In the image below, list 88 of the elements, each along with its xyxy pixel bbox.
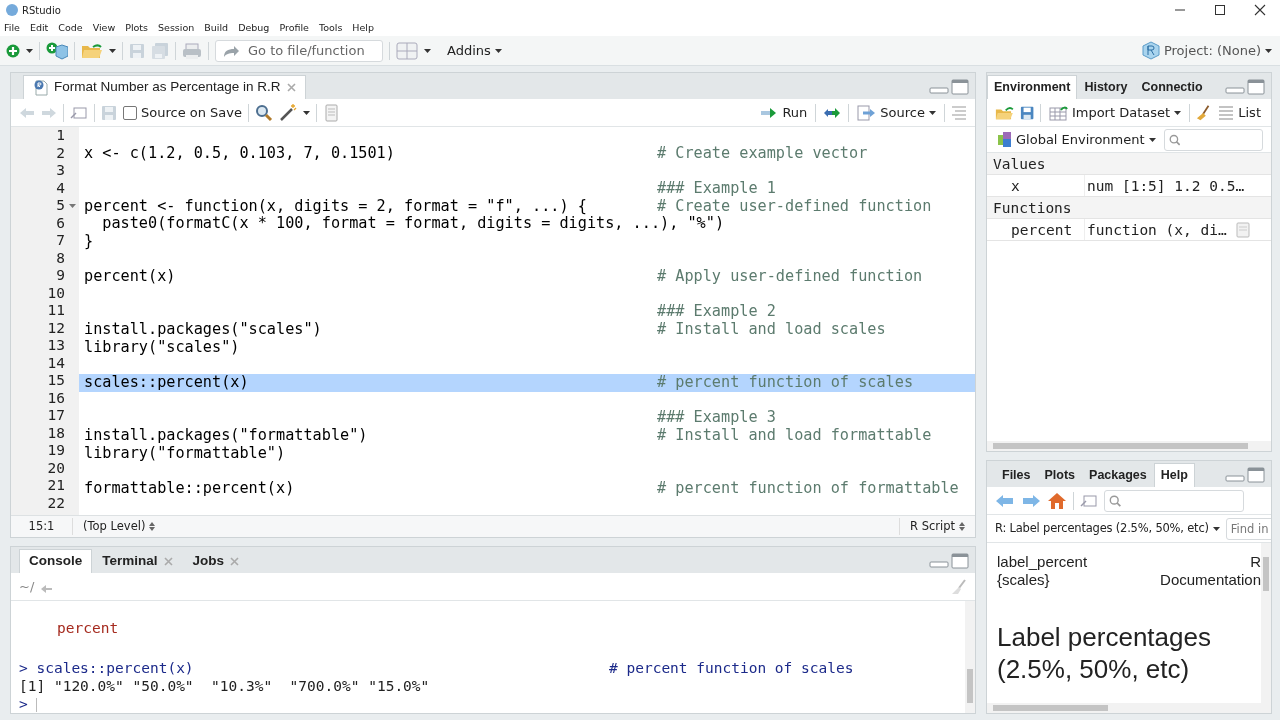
menu-item[interactable]: Session bbox=[158, 20, 195, 36]
code-text: percent <- function(x, digits = 2, format = "f", ...) { bbox=[84, 196, 587, 215]
code-text: formattable::percent(x) bbox=[84, 478, 295, 497]
code-comment: # Install and load formattable bbox=[657, 426, 932, 445]
variable-name: x bbox=[1011, 178, 1020, 194]
line-number: 20 bbox=[47, 459, 65, 476]
scope-selector[interactable]: (Top Level) bbox=[73, 517, 166, 536]
variable-value: num [1:5] 1.2 0.5… bbox=[1087, 176, 1245, 196]
view-mode-button[interactable]: List bbox=[1216, 102, 1263, 123]
section-header: Functions bbox=[987, 197, 1271, 219]
menu-item[interactable]: Code bbox=[58, 20, 83, 36]
line-number: 16 bbox=[47, 389, 65, 406]
line-number: 15 bbox=[47, 372, 65, 388]
line-number: 5 bbox=[56, 197, 65, 213]
addins-menu[interactable]: Addins bbox=[445, 40, 504, 61]
menu-item[interactable]: Edit bbox=[29, 20, 49, 36]
pane-tab[interactable]: Help bbox=[1153, 463, 1195, 487]
menu-item[interactable]: Build bbox=[204, 20, 229, 36]
line-number: 4 bbox=[56, 179, 65, 196]
code-comment: # Create user-defined function bbox=[657, 197, 932, 216]
line-number: 18 bbox=[47, 424, 65, 441]
line-number: 10 bbox=[47, 284, 65, 301]
line-number: 6 bbox=[56, 214, 65, 231]
menu-item[interactable]: Tools bbox=[318, 20, 343, 36]
run-button[interactable]: Run bbox=[758, 102, 810, 123]
console-prompt: > bbox=[19, 696, 28, 712]
line-number: 21 bbox=[47, 477, 65, 493]
line-number: 12 bbox=[47, 319, 65, 336]
line-number: 2 bbox=[56, 144, 65, 161]
menu-item[interactable]: Help bbox=[352, 20, 375, 36]
code-text: library("formattable") bbox=[84, 443, 286, 462]
code-text: paste0(formatC(x * 100, format = format, digits = digits, ...), "%") bbox=[101, 214, 725, 233]
console-output: [1] "120.0%" "50.0%" "10.3%" "700.0%" "15.0%" bbox=[19, 678, 430, 694]
menu-item[interactable]: File bbox=[4, 20, 20, 36]
code-comment: # Apply user-defined function bbox=[657, 268, 923, 286]
code-comment: # Install and load scales bbox=[657, 321, 886, 339]
help-topic-selector[interactable]: R: Label percentages (2.5%, 50%, etc) bbox=[995, 519, 1220, 538]
line-number: 19 bbox=[47, 442, 65, 458]
line-number: 13 bbox=[47, 337, 65, 353]
line-number: 1 bbox=[56, 127, 65, 143]
code-comment: # Create example vector bbox=[657, 144, 868, 163]
line-number: 9 bbox=[56, 267, 65, 283]
code-text: install.packages("scales") bbox=[84, 320, 322, 339]
line-number: 17 bbox=[47, 407, 65, 423]
documentation-label: R Documentation bbox=[1159, 553, 1261, 589]
console-comment: # percent function of scales bbox=[609, 659, 854, 677]
code-comment: ### Example 2 bbox=[657, 303, 776, 322]
line-number: 8 bbox=[56, 249, 65, 266]
source-button[interactable]: Source bbox=[855, 102, 938, 123]
goto-field[interactable]: Go to file/function bbox=[215, 39, 383, 62]
code-comment: # percent function of formattable bbox=[657, 479, 959, 498]
line-number: 22 bbox=[47, 494, 65, 511]
code-text: install.packages("formattable") bbox=[84, 425, 368, 444]
line-number: 7 bbox=[56, 232, 65, 248]
line-number: 3 bbox=[56, 162, 65, 178]
find-field[interactable]: Find in bbox=[1225, 517, 1271, 540]
working-directory: ~/ bbox=[19, 577, 35, 596]
code-comment: # percent function of scales bbox=[657, 373, 914, 392]
variable-value: function (x, di… bbox=[1087, 220, 1227, 240]
menu-item[interactable]: Plots bbox=[125, 20, 149, 36]
project-menu[interactable]: Project: (None) bbox=[1139, 40, 1274, 61]
variable-name: percent bbox=[1011, 222, 1073, 238]
line-number: 14 bbox=[47, 354, 65, 371]
code-comment: ### Example 1 bbox=[657, 179, 776, 198]
window-title: RStudio bbox=[22, 3, 61, 18]
help-title: Label percentages (2.5%, 50%, etc) bbox=[997, 621, 1212, 685]
code-comment: ### Example 3 bbox=[657, 409, 776, 427]
package-name: label_percent {scales} bbox=[997, 553, 1089, 589]
cursor-position: 15:1 bbox=[11, 517, 73, 536]
code-text: library("scales") bbox=[84, 337, 240, 356]
menu-item[interactable]: Profile bbox=[279, 20, 309, 36]
line-number: 11 bbox=[47, 302, 65, 318]
code-text: } bbox=[84, 231, 94, 250]
code-text: percent(x) bbox=[84, 267, 176, 286]
file-type-selector[interactable]: R Script bbox=[899, 517, 975, 536]
section-header: Values bbox=[987, 153, 1271, 175]
code-text: x <- c(1.2, 0.5, 0.103, 7, 0.1501) bbox=[84, 143, 395, 162]
code-text: scales::percent(x) bbox=[84, 372, 249, 391]
environment-selector[interactable]: Global Environment bbox=[995, 129, 1158, 150]
import-dataset-button[interactable]: Import Dataset bbox=[1046, 102, 1184, 123]
pane-tab[interactable]: Console bbox=[19, 549, 93, 573]
console-message: percent bbox=[56, 620, 119, 636]
menu-item[interactable]: Debug bbox=[238, 20, 270, 36]
menu-item[interactable]: View bbox=[92, 20, 116, 36]
pane-tab[interactable]: Environment bbox=[987, 75, 1078, 99]
console-command-text: > scales::percent(x) bbox=[19, 659, 195, 677]
source-on-save-checkbox[interactable]: Source on Save bbox=[123, 102, 243, 123]
pane-tab[interactable]: Format Number as Percentage in R.R bbox=[23, 75, 306, 99]
